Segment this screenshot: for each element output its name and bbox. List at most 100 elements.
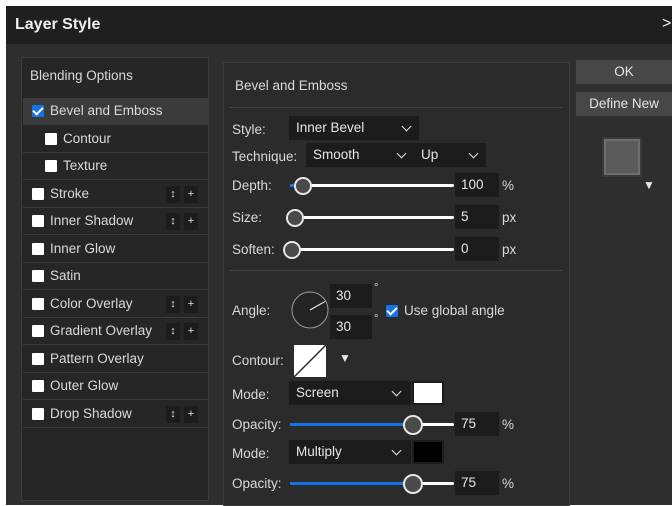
sidebar-item[interactable]: Texture — [23, 153, 209, 180]
shadow-mode-label: Mode: — [232, 446, 270, 461]
sidebar-item-checkbox[interactable] — [32, 270, 44, 282]
sidebar-item[interactable]: Pattern Overlay — [23, 346, 209, 373]
technique-label: Technique: — [232, 149, 298, 164]
size-unit: px — [502, 210, 517, 225]
add-effect-icon[interactable]: + — [184, 295, 198, 313]
angle-degree-symbol: ° — [374, 282, 379, 294]
highlight-color-swatch[interactable] — [412, 381, 444, 405]
sidebar-item-checkbox[interactable] — [32, 297, 44, 310]
sidebar-item-label: Contour — [63, 130, 112, 146]
depth-unit: % — [502, 178, 515, 193]
sidebar-item-label: Bevel and Emboss — [50, 103, 163, 118]
add-effect-icon[interactable]: + — [184, 185, 198, 203]
sidebar-item-checkbox[interactable] — [32, 242, 44, 255]
direction-dropdown[interactable]: Up — [414, 143, 486, 167]
bevel-emboss-panel: Bevel and Emboss Style: Inner Bevel Tech… — [223, 62, 570, 506]
preview-dropdown-icon[interactable]: ▼ — [643, 178, 655, 192]
shadow-opacity-knob[interactable] — [403, 474, 423, 494]
size-input[interactable]: 5 — [455, 205, 499, 229]
sidebar-item[interactable]: Inner Shadow ↕ + — [23, 208, 209, 235]
depth-input[interactable]: 100 — [455, 173, 499, 197]
blending-options-header[interactable]: Blending Options — [30, 68, 133, 83]
sidebar-item[interactable]: Inner Glow — [23, 236, 209, 263]
sidebar-item-checkbox[interactable] — [32, 352, 44, 365]
reorder-icon[interactable]: ↕ — [166, 185, 180, 203]
contour-label: Contour: — [232, 353, 284, 368]
soften-slider-track[interactable] — [290, 248, 454, 251]
ok-button[interactable]: OK — [576, 60, 672, 84]
section-title: Bevel and Emboss — [235, 78, 348, 93]
sidebar-item-label: Pattern Overlay — [50, 350, 144, 366]
sidebar-item[interactable]: Outer Glow — [23, 373, 209, 400]
reorder-icon[interactable]: ↕ — [166, 213, 180, 230]
soften-slider-knob[interactable] — [283, 241, 301, 259]
soften-value: 0 — [461, 241, 469, 256]
style-dropdown[interactable]: Inner Bevel — [289, 116, 419, 140]
shadow-opacity-fill — [290, 482, 413, 485]
depth-label: Depth: — [232, 178, 272, 193]
technique-dropdown[interactable]: Smooth — [306, 143, 414, 167]
sidebar-item-label: Gradient Overlay — [50, 323, 153, 338]
depth-slider-knob[interactable] — [294, 177, 313, 195]
sidebar-item-checkbox[interactable] — [32, 380, 44, 392]
sidebar-item-checkbox[interactable] — [32, 105, 44, 117]
sidebar-item-checkbox[interactable] — [45, 132, 57, 145]
shadow-opacity-input[interactable]: 75 — [455, 471, 499, 495]
reorder-icon[interactable]: ↕ — [166, 295, 180, 313]
sidebar-item-checkbox[interactable] — [45, 160, 57, 172]
sidebar-item[interactable]: Color Overlay ↕ + — [23, 291, 209, 318]
reorder-icon[interactable]: ↕ — [166, 405, 180, 423]
altitude-value: 30 — [336, 319, 352, 334]
sidebar-item-checkbox[interactable] — [32, 407, 44, 420]
size-slider-knob[interactable] — [285, 209, 304, 227]
depth-slider-track[interactable] — [290, 184, 454, 187]
size-value: 5 — [461, 209, 469, 224]
highlight-opacity-unit: % — [502, 417, 515, 432]
add-effect-icon[interactable]: + — [184, 323, 198, 340]
use-global-angle-checkbox[interactable] — [386, 305, 398, 317]
sidebar-item-label: Color Overlay — [50, 295, 133, 311]
shadow-opacity-label: Opacity: — [232, 476, 282, 491]
size-slider-track[interactable] — [290, 216, 454, 219]
add-effect-icon[interactable]: + — [184, 405, 198, 423]
sidebar-item[interactable]: Drop Shadow ↕ + — [23, 401, 209, 428]
highlight-opacity-knob[interactable] — [403, 415, 423, 435]
add-effect-icon[interactable]: + — [184, 213, 198, 230]
chevron-down-icon — [396, 148, 407, 159]
chevron-down-icon — [391, 445, 402, 456]
sidebar-item[interactable]: Contour — [23, 126, 209, 153]
highlight-mode-dropdown[interactable]: Screen — [289, 381, 411, 405]
highlight-mode-value: Screen — [296, 385, 339, 400]
size-label: Size: — [232, 210, 263, 225]
sidebar-item-label: Inner Glow — [50, 240, 116, 256]
angle-input[interactable]: 30 — [330, 284, 372, 308]
contour-dropdown-icon[interactable]: ▼ — [339, 351, 351, 365]
shadow-color-swatch[interactable] — [412, 440, 444, 464]
sidebar-item[interactable]: Bevel and Emboss — [23, 98, 209, 125]
sidebar-item-checkbox[interactable] — [32, 325, 44, 337]
gloss-contour-swatch[interactable] — [294, 345, 326, 377]
highlight-opacity-input[interactable]: 75 — [455, 412, 499, 436]
define-new-button[interactable]: Define New — [576, 92, 672, 116]
soften-input[interactable]: 0 — [455, 237, 499, 261]
style-label: Style: — [232, 122, 266, 137]
close-icon[interactable]: > — [662, 15, 671, 33]
soften-unit: px — [502, 242, 517, 257]
sidebar-item-checkbox[interactable] — [32, 215, 44, 227]
highlight-opacity-fill — [290, 423, 413, 426]
sidebar-item[interactable]: Satin — [23, 263, 209, 290]
sidebar-item-label: Texture — [63, 158, 108, 173]
altitude-input[interactable]: 30 — [330, 315, 372, 339]
use-global-angle-label: Use global angle — [404, 303, 505, 318]
angle-dial[interactable] — [290, 290, 330, 330]
reorder-icon[interactable]: ↕ — [166, 323, 180, 340]
sidebar-item-checkbox[interactable] — [32, 187, 44, 200]
soften-label: Soften: — [232, 242, 275, 257]
shadow-mode-dropdown[interactable]: Multiply — [289, 440, 411, 464]
sidebar-item[interactable]: Gradient Overlay ↕ + — [23, 318, 209, 345]
chevron-down-icon — [468, 148, 479, 159]
sidebar-item-label: Drop Shadow — [50, 405, 132, 421]
sidebar-item[interactable]: Stroke ↕ + — [23, 181, 209, 208]
effects-sidebar: Blending Options Bevel and Emboss Contour… — [21, 57, 209, 501]
style-preview-swatch[interactable] — [602, 137, 642, 177]
